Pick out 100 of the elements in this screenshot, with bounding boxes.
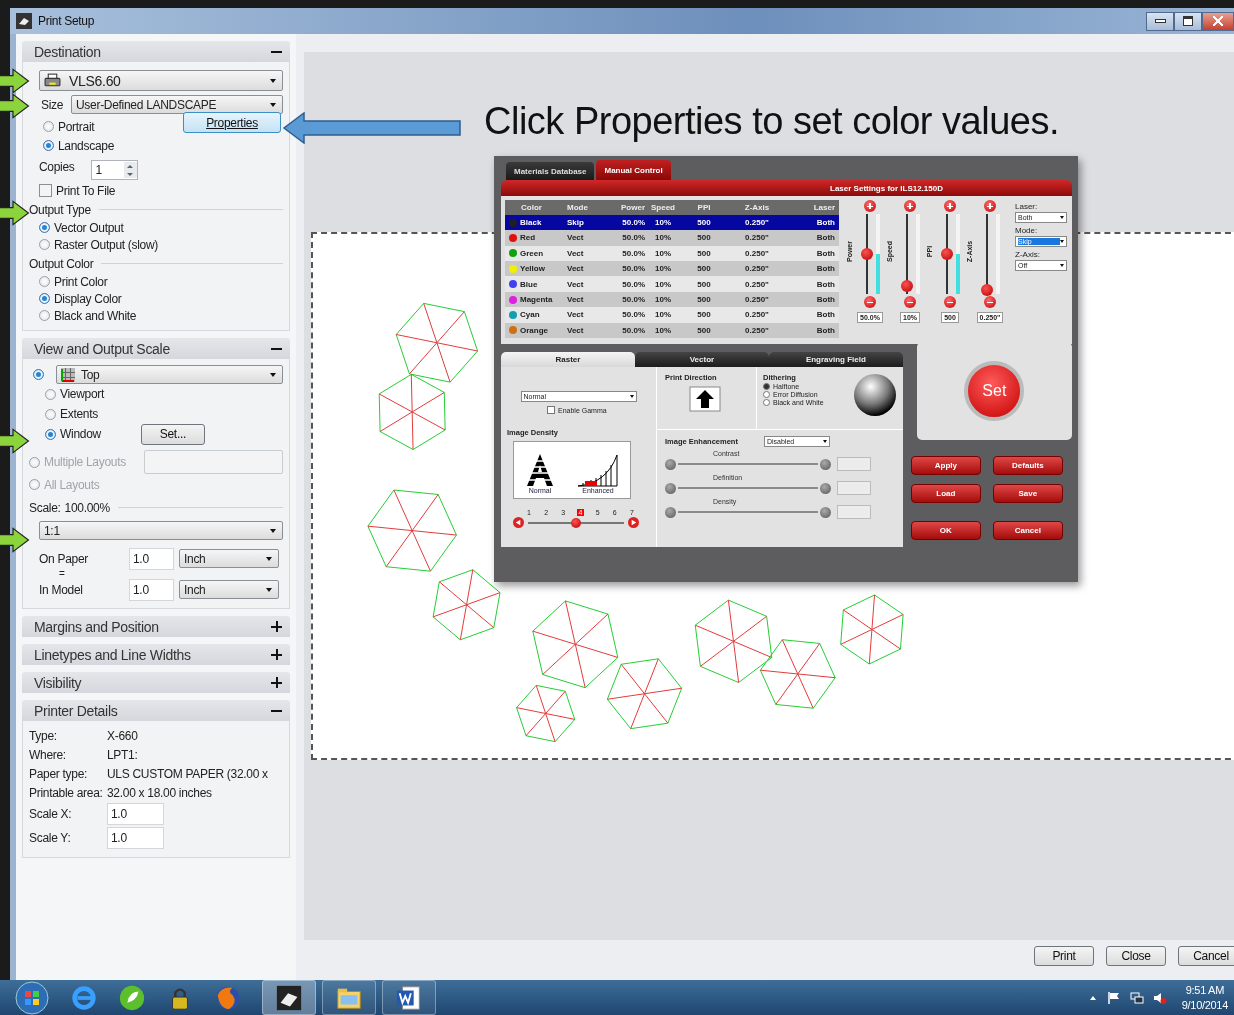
view-option-radio[interactable]: Window bbox=[45, 425, 101, 443]
scale-dropdown[interactable]: 1:1 bbox=[39, 521, 283, 540]
dialog-button[interactable]: Close bbox=[1106, 946, 1166, 966]
unit-dropdown[interactable]: Inch bbox=[179, 580, 279, 599]
color-row[interactable]: Yellow Vect 50.0% 10% 500 0.250" Both bbox=[505, 261, 839, 277]
table-cell-text: 50.0% bbox=[621, 279, 645, 289]
vertical-slider[interactable] bbox=[860, 214, 873, 294]
section-header[interactable]: View and Output Scale bbox=[22, 338, 290, 359]
table-cell-text: 0.250" bbox=[744, 233, 770, 243]
table-cell-text: 0.250" bbox=[744, 248, 770, 258]
section-header[interactable]: Visibility bbox=[22, 672, 290, 693]
vertical-slider[interactable] bbox=[980, 214, 993, 294]
right-arrow-button[interactable] bbox=[628, 517, 639, 528]
leaf-icon[interactable] bbox=[118, 983, 146, 1012]
mode-tab[interactable]: Vector bbox=[634, 352, 769, 367]
decrease-button[interactable] bbox=[864, 296, 876, 308]
slider-thumb[interactable] bbox=[571, 517, 581, 528]
mode-tab[interactable]: Raster bbox=[501, 352, 635, 367]
decrease-button[interactable] bbox=[984, 296, 996, 308]
dialog-button[interactable]: Defaults bbox=[992, 456, 1063, 475]
network-icon[interactable] bbox=[1129, 990, 1144, 1005]
properties-button[interactable]: Properties bbox=[183, 112, 281, 133]
dialog-button[interactable]: Load bbox=[910, 484, 981, 503]
on-paper-field[interactable]: 1.0 bbox=[129, 547, 174, 570]
maximize-button[interactable] bbox=[1174, 11, 1202, 31]
section-header[interactable]: Printer Details bbox=[22, 700, 290, 721]
increase-button[interactable] bbox=[944, 200, 956, 212]
mode-tab[interactable]: Engraving Field bbox=[768, 352, 903, 367]
minimize-button[interactable] bbox=[1146, 11, 1174, 31]
dialog-button[interactable]: Apply bbox=[910, 456, 981, 475]
close-button[interactable] bbox=[1202, 11, 1234, 31]
clock-time[interactable]: 9:51 AM bbox=[1185, 982, 1224, 998]
set-button[interactable]: Set bbox=[964, 361, 1025, 421]
slider-thumb[interactable] bbox=[900, 280, 913, 292]
output-color-radio[interactable]: Print Color bbox=[39, 273, 283, 290]
output-color-radio[interactable]: Display Color bbox=[39, 290, 283, 307]
layouts-field[interactable] bbox=[143, 450, 283, 474]
section-header[interactable]: Linetypes and Line Widths bbox=[22, 644, 290, 665]
table-cell: Green bbox=[520, 248, 544, 258]
section-header[interactable]: Margins and Position bbox=[22, 616, 290, 637]
vertical-slider[interactable] bbox=[900, 214, 913, 294]
scale-y-field[interactable]: 1.0 bbox=[107, 827, 164, 849]
table-cell-text: Vect bbox=[567, 248, 585, 258]
start-button[interactable] bbox=[14, 979, 50, 1015]
unit-dropdown[interactable]: Inch bbox=[179, 549, 279, 568]
table-cell-text: Both bbox=[815, 233, 836, 243]
size-dropdown[interactable]: User-Defined LANDSCAPE bbox=[71, 95, 283, 114]
print-to-file-checkbox[interactable]: Print To File bbox=[39, 182, 283, 199]
decrease-button[interactable] bbox=[904, 296, 916, 308]
table-cell-text: Vect bbox=[567, 295, 585, 305]
increase-button[interactable] bbox=[984, 200, 996, 212]
orientation-radio[interactable]: Landscape bbox=[43, 137, 115, 154]
browser-icon[interactable] bbox=[70, 983, 98, 1012]
left-arrow-button[interactable] bbox=[513, 517, 524, 528]
dialog-tab[interactable]: Manual Control bbox=[596, 160, 671, 180]
slider-thumb[interactable] bbox=[860, 248, 873, 260]
table-cell-text: Both bbox=[815, 295, 836, 305]
taskbar-button[interactable] bbox=[262, 980, 316, 1015]
app-icon bbox=[275, 983, 303, 1012]
dialog-button[interactable]: Save bbox=[992, 484, 1063, 503]
section-header[interactable]: Destination bbox=[22, 41, 290, 62]
slider-thumb[interactable] bbox=[980, 284, 993, 296]
flag-icon[interactable] bbox=[1106, 990, 1121, 1005]
output-type-radio[interactable]: Vector Output bbox=[39, 219, 283, 236]
color-row[interactable]: Cyan Vect 50.0% 10% 500 0.250" Both bbox=[505, 307, 839, 323]
value-field[interactable] bbox=[837, 457, 871, 471]
dialog-button[interactable]: Print bbox=[1034, 946, 1094, 966]
printer-dropdown[interactable]: VLS6.60 bbox=[39, 70, 283, 91]
up-arrow-button[interactable] bbox=[689, 386, 721, 412]
output-color-radio[interactable]: Black and White bbox=[39, 307, 283, 324]
value-field[interactable] bbox=[837, 481, 871, 495]
clock-date[interactable]: 9/10/2014 bbox=[1181, 997, 1228, 1013]
vertical-slider[interactable] bbox=[940, 214, 953, 294]
view-dropdown[interactable]: Top bbox=[56, 365, 283, 384]
increase-button[interactable] bbox=[904, 200, 916, 212]
value-field[interactable] bbox=[837, 505, 871, 519]
dialog-button[interactable]: Cancel bbox=[992, 521, 1063, 540]
output-type-radio[interactable]: Raster Output (slow) bbox=[39, 236, 283, 253]
view-radio[interactable] bbox=[33, 369, 44, 380]
copies-spinner[interactable]: 1 bbox=[90, 160, 138, 180]
table-cell-text: 50.0% bbox=[621, 233, 645, 243]
dialog-button[interactable]: Cancel bbox=[1178, 946, 1234, 966]
table-cell-text: 0.250" bbox=[744, 264, 770, 274]
decrease-button[interactable] bbox=[944, 296, 956, 308]
slider-thumb[interactable] bbox=[940, 248, 953, 260]
set-button[interactable]: Set... bbox=[140, 423, 205, 445]
table-cell-text: Both bbox=[815, 218, 836, 228]
color-row[interactable]: Red Vect 50.0% 10% 500 0.250" Both bbox=[505, 230, 839, 246]
increase-button[interactable] bbox=[864, 200, 876, 212]
dialog-tab[interactable]: Materials Database bbox=[506, 162, 595, 180]
view-option-radio[interactable]: Viewport bbox=[45, 385, 105, 403]
muted-speaker-icon[interactable] bbox=[1152, 990, 1167, 1005]
color-row[interactable]: Blue Vect 50.0% 10% 500 0.250" Both bbox=[505, 276, 839, 292]
scale-x-field[interactable]: 1.0 bbox=[107, 803, 164, 825]
orientation-radio[interactable]: Portrait bbox=[43, 118, 115, 135]
taskbar-button[interactable] bbox=[382, 980, 436, 1015]
view-option-radio[interactable]: Extents bbox=[45, 405, 98, 423]
in-model-field[interactable]: 1.0 bbox=[129, 578, 174, 601]
equals-sign: = bbox=[59, 571, 66, 577]
dialog-button[interactable]: OK bbox=[910, 521, 981, 540]
